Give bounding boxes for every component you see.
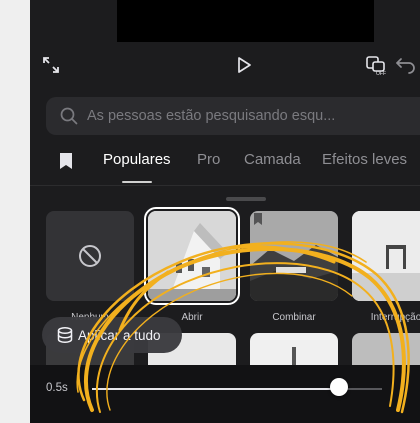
transition-label: Combinar [272,312,316,323]
landscape-thumbnail [250,211,338,301]
apply-to-all-button[interactable]: Aplicar a tudo [42,317,182,353]
compare-badge: OFF [376,71,386,77]
transition-tile-none[interactable] [46,211,134,301]
duration-slider-fill [92,388,339,390]
phone-screen: OFF Populares Pro Camada Efeitos leves [30,0,420,423]
video-preview [117,0,374,42]
transition-tile-interrupt[interactable] [352,211,420,301]
tab-pro[interactable]: Pro [197,151,220,168]
search-input[interactable] [87,97,407,135]
transition-label: Interrupção [370,312,420,323]
undo-icon[interactable] [394,53,418,77]
duration-slider-thumb[interactable] [329,378,348,396]
search-bar[interactable] [46,97,420,135]
none-icon [79,245,101,267]
chairs-thumbnail [352,211,420,301]
divider [30,185,420,186]
play-icon[interactable] [232,53,256,77]
bookmark-icon[interactable] [56,149,76,173]
tab-efeitos-leves[interactable]: Efeitos leves [322,151,407,168]
top-toolbar: OFF [30,42,420,86]
tab-populares[interactable]: Populares [103,151,171,168]
building-thumbnail [148,211,236,301]
layers-icon [57,326,73,344]
transition-tile-open[interactable] [144,207,240,305]
drag-handle[interactable] [226,197,266,201]
apply-to-all-label: Aplicar a tudo [78,327,161,343]
active-tab-indicator [122,181,152,183]
transition-tile-combine[interactable] [250,211,338,301]
tab-camada[interactable]: Camada [244,151,301,168]
duration-value: 0.5s [46,382,68,394]
duration-slider-panel: 0.5s [30,365,420,423]
category-tabs: Populares Pro Camada Efeitos leves [30,143,420,183]
compare-icon[interactable]: OFF [364,52,390,78]
search-icon [60,107,78,125]
fullscreen-icon[interactable] [40,54,62,76]
